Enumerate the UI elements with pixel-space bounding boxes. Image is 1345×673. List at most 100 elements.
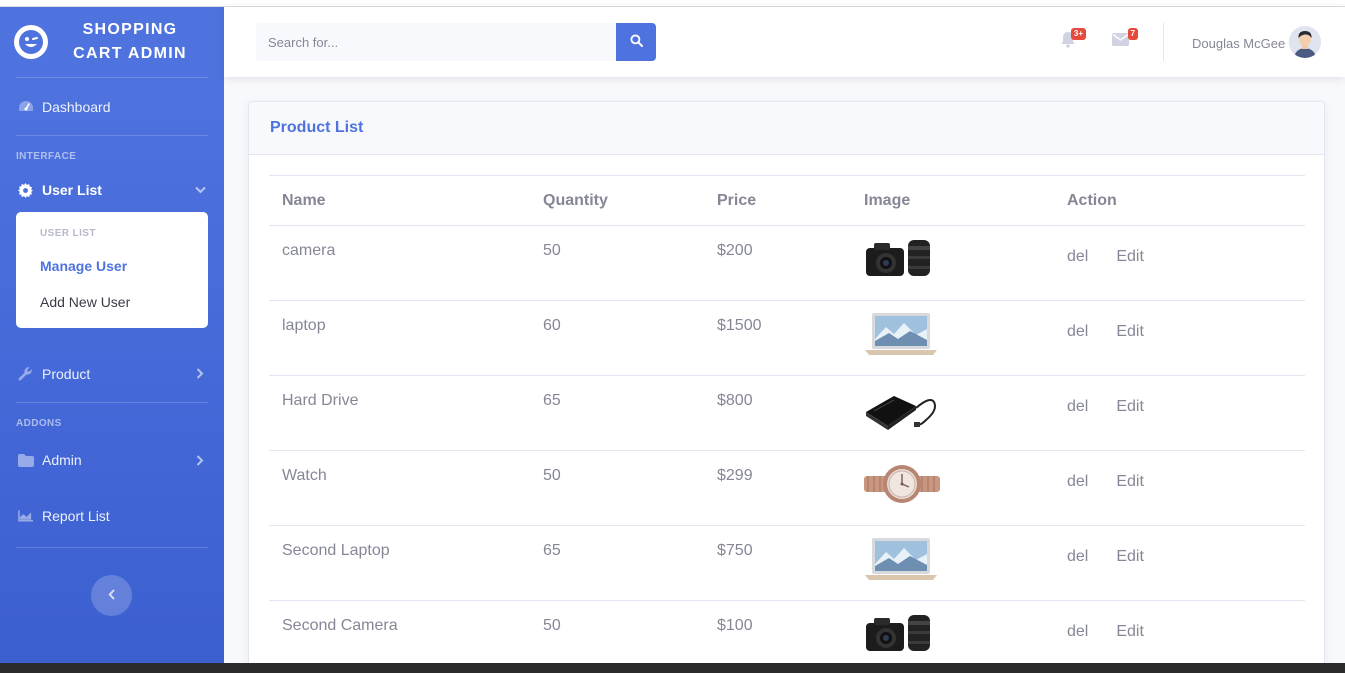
chart-area-icon: [17, 508, 34, 525]
cell-action: del Edit: [1054, 225, 1305, 301]
column-header-price[interactable]: Price: [704, 175, 851, 226]
cell-quantity: 50: [530, 450, 704, 526]
sidebar-divider: [16, 547, 208, 548]
table-row: laptop 60 $1500 del Edit: [269, 300, 1305, 376]
edit-button[interactable]: Edit: [1116, 398, 1144, 415]
submenu-item-manage-user[interactable]: Manage User: [16, 257, 208, 293]
submenu-item-add-new-user[interactable]: Add New User: [16, 293, 208, 329]
column-header-quantity[interactable]: Quantity: [530, 175, 704, 226]
sidebar-item-user-list[interactable]: User List: [0, 168, 224, 212]
cell-quantity: 60: [530, 300, 704, 376]
messages-badge: 7: [1127, 28, 1138, 40]
brand-title: Shopping Cart Admin: [73, 21, 187, 62]
cell-price: $200: [704, 225, 851, 301]
table-row: Hard Drive 65 $800 del Edit: [269, 375, 1305, 451]
laptop-image: [864, 313, 938, 361]
sidebar-item-product[interactable]: Product: [0, 345, 224, 402]
hard-drive-image: [864, 396, 940, 436]
cell-quantity: 65: [530, 525, 704, 601]
sidebar-item-label: Admin: [42, 452, 82, 468]
sidebar: Shopping Cart Admin Dashboard INTERFACE …: [0, 7, 224, 663]
cell-image: [851, 450, 1054, 526]
delete-button[interactable]: del: [1067, 323, 1088, 340]
chevron-down-icon: [194, 184, 206, 196]
topbar-divider: [1163, 23, 1164, 61]
wrench-icon: [17, 365, 34, 382]
chevron-right-icon: [194, 454, 206, 466]
cell-image: [851, 300, 1054, 376]
sidebar-item-label: Report List: [42, 508, 110, 524]
cell-name: laptop: [269, 300, 530, 376]
edit-button[interactable]: Edit: [1116, 548, 1144, 565]
sidebar-item-admin[interactable]: Admin: [0, 435, 224, 485]
cell-action: del Edit: [1054, 375, 1305, 451]
sidebar-item-report-list[interactable]: Report List: [0, 485, 224, 547]
cell-action: del Edit: [1054, 525, 1305, 601]
cell-image: [851, 225, 1054, 301]
delete-button[interactable]: del: [1067, 248, 1088, 265]
sidebar-item-label: User List: [42, 182, 102, 198]
laugh-wink-icon: [14, 25, 48, 59]
cell-name: Hard Drive: [269, 375, 530, 451]
cell-image: [851, 375, 1054, 451]
table-header-row: Name Quantity Price Image Action: [269, 175, 1305, 226]
delete-button[interactable]: del: [1067, 548, 1088, 565]
product-table-wrapper: Name Quantity Price Image Action camera 5…: [269, 175, 1305, 673]
table-row: camera 50 $200 del Edit: [269, 225, 1305, 301]
cell-quantity: 65: [530, 375, 704, 451]
sidebar-brand[interactable]: Shopping Cart Admin: [0, 7, 224, 77]
table-row: Watch 50 $299 del Edit: [269, 450, 1305, 526]
chevron-left-icon: [107, 587, 116, 605]
sidebar-heading-interface: INTERFACE: [16, 150, 77, 162]
edit-button[interactable]: Edit: [1116, 323, 1144, 340]
search-input[interactable]: [256, 23, 616, 61]
sidebar-item-label: Product: [42, 365, 91, 382]
cell-action: del Edit: [1054, 450, 1305, 526]
edit-button[interactable]: Edit: [1116, 473, 1144, 490]
avatar[interactable]: [1289, 26, 1321, 58]
submenu-heading: USER LIST: [40, 228, 96, 239]
column-header-action[interactable]: Action: [1054, 175, 1305, 226]
search-button[interactable]: [616, 23, 656, 61]
user-list-submenu: USER LIST Manage User Add New User: [16, 212, 208, 328]
user-name[interactable]: Douglas McGee: [1192, 36, 1285, 51]
camera-image: [864, 615, 934, 659]
cell-image: [851, 525, 1054, 601]
folder-icon: [17, 452, 34, 469]
cell-action: del Edit: [1054, 300, 1305, 376]
edit-button[interactable]: Edit: [1116, 623, 1144, 640]
window-top-strip: [0, 0, 1345, 7]
laptop-image: [864, 538, 938, 586]
cell-name: Watch: [269, 450, 530, 526]
messages-dropdown[interactable]: 7: [1110, 28, 1138, 52]
card-header: Product List: [249, 102, 1324, 155]
watch-image: [864, 465, 940, 511]
alerts-badge: 3+: [1070, 28, 1086, 40]
alerts-dropdown[interactable]: 3+: [1058, 28, 1086, 52]
sidebar-toggle-button[interactable]: [91, 575, 132, 616]
sidebar-item-dashboard[interactable]: Dashboard: [0, 78, 224, 135]
cog-icon: [17, 182, 34, 199]
column-header-name[interactable]: Name: [269, 175, 530, 226]
chevron-right-icon: [194, 368, 206, 380]
delete-button[interactable]: del: [1067, 623, 1088, 640]
cell-price: $750: [704, 525, 851, 601]
delete-button[interactable]: del: [1067, 398, 1088, 415]
cell-name: Second Laptop: [269, 525, 530, 601]
sidebar-divider: [16, 135, 208, 136]
topbar: 3+ 7 Douglas McGee: [224, 7, 1345, 77]
search-icon: [629, 34, 643, 50]
sidebar-item-label: Dashboard: [42, 98, 111, 115]
column-header-image[interactable]: Image: [851, 175, 1054, 226]
cell-price: $299: [704, 450, 851, 526]
search-form: [256, 23, 656, 61]
sidebar-divider: [16, 402, 208, 403]
cell-price: $1500: [704, 300, 851, 376]
edit-button[interactable]: Edit: [1116, 248, 1144, 265]
camera-image: [864, 240, 934, 284]
sidebar-heading-addons: ADDONS: [16, 417, 62, 429]
os-taskbar: [0, 663, 1345, 673]
card-title: Product List: [270, 119, 364, 136]
cell-price: $800: [704, 375, 851, 451]
delete-button[interactable]: del: [1067, 473, 1088, 490]
